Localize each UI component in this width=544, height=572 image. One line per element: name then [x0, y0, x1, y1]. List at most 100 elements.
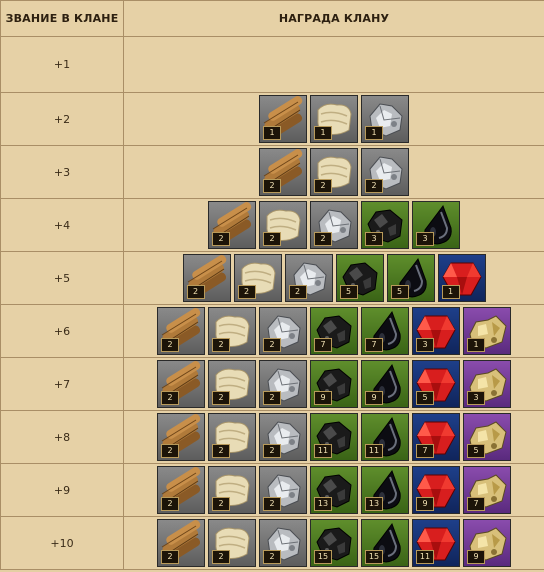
reward-item[interactable]: 5 [335, 254, 384, 302]
reward-item[interactable]: 9 [412, 466, 460, 514]
item-count-badge: 2 [212, 497, 230, 511]
item-count-badge: 2 [212, 391, 230, 405]
reward-item[interactable]: 2 [259, 466, 307, 514]
item-count-badge: 2 [161, 338, 179, 352]
reward-item[interactable]: 2 [182, 254, 231, 302]
reward-item[interactable]: 5 [412, 360, 460, 408]
item-count-badge: 5 [416, 391, 434, 405]
item-count-badge: 2 [263, 391, 281, 405]
reward-item[interactable]: 7 [463, 466, 511, 514]
reward-item[interactable]: 3 [412, 307, 460, 355]
item-count-badge: 2 [212, 338, 230, 352]
item-count-badge: 13 [365, 497, 383, 511]
reward-item[interactable]: 2 [208, 360, 256, 408]
item-count-badge: 15 [314, 550, 332, 564]
reward-item[interactable]: 13 [361, 466, 409, 514]
rank-cell: +10 [0, 516, 124, 570]
reward-item[interactable]: 2 [208, 519, 256, 567]
reward-item[interactable]: 2 [157, 466, 205, 514]
reward-item[interactable]: 2 [361, 148, 409, 196]
item-count-badge: 9 [365, 391, 383, 405]
reward-item[interactable]: 2 [310, 201, 358, 249]
reward-item[interactable]: 2 [208, 307, 256, 355]
reward-item[interactable]: 11 [361, 413, 409, 461]
reward-item[interactable]: 11 [412, 519, 460, 567]
reward-cell: 1 1 1 [123, 92, 544, 146]
reward-item[interactable]: 3 [412, 201, 460, 249]
reward-item[interactable]: 3 [463, 360, 511, 408]
reward-item[interactable]: 2 [259, 360, 307, 408]
reward-item[interactable]: 2 [259, 148, 307, 196]
item-count-badge: 11 [314, 444, 332, 458]
item-count-badge: 1 [467, 338, 485, 352]
reward-item[interactable]: 13 [310, 466, 358, 514]
reward-item[interactable]: 7 [412, 413, 460, 461]
reward-item[interactable]: 2 [310, 148, 358, 196]
reward-item[interactable]: 2 [233, 254, 282, 302]
reward-item[interactable]: 11 [310, 413, 358, 461]
table-row: +10 2 2 2 15 15 11 9 [0, 516, 544, 570]
reward-cell: 2 2 2 7 7 3 1 [123, 304, 544, 358]
rank-cell: +2 [0, 92, 124, 146]
item-count-badge: 2 [263, 550, 281, 564]
clan-rank-reward-table: ЗВАНИЕ В КЛАНЕ НАГРАДА КЛАНУ +1 +2 1 1 1 +… [0, 0, 544, 570]
item-count-badge: 1 [365, 126, 383, 140]
item-count-badge: 9 [416, 497, 434, 511]
item-count-badge: 2 [212, 444, 230, 458]
reward-item[interactable]: 7 [361, 307, 409, 355]
reward-item[interactable]: 2 [208, 413, 256, 461]
reward-cell: 2 2 2 3 3 [123, 198, 544, 252]
reward-item[interactable]: 9 [310, 360, 358, 408]
reward-item[interactable]: 7 [310, 307, 358, 355]
reward-item[interactable]: 2 [157, 360, 205, 408]
item-count-badge: 2 [314, 232, 332, 246]
reward-item[interactable]: 9 [361, 360, 409, 408]
reward-item[interactable]: 15 [310, 519, 358, 567]
rank-cell: +5 [0, 251, 124, 305]
reward-item[interactable]: 5 [463, 413, 511, 461]
reward-item[interactable]: 1 [310, 95, 358, 143]
table-row: +7 2 2 2 9 9 5 3 [0, 357, 544, 411]
item-count-badge: 2 [263, 497, 281, 511]
reward-item[interactable]: 1 [463, 307, 511, 355]
reward-item[interactable]: 2 [259, 519, 307, 567]
reward-item[interactable]: 15 [361, 519, 409, 567]
table-header-row: ЗВАНИЕ В КЛАНЕ НАГРАДА КЛАНУ [0, 0, 544, 37]
reward-item[interactable]: 2 [157, 413, 205, 461]
reward-item[interactable]: 2 [259, 413, 307, 461]
reward-item[interactable]: 1 [259, 95, 307, 143]
item-count-badge: 15 [365, 550, 383, 564]
item-count-badge: 1 [263, 126, 281, 140]
item-count-badge: 7 [416, 444, 434, 458]
reward-cell: 2 2 2 13 13 9 7 [123, 463, 544, 517]
item-count-badge: 2 [263, 232, 281, 246]
table-row: +9 2 2 2 13 13 9 7 [0, 463, 544, 517]
item-count-badge: 5 [339, 285, 358, 299]
reward-item[interactable]: 2 [259, 201, 307, 249]
item-count-badge: 2 [212, 550, 230, 564]
item-count-badge: 2 [365, 179, 383, 193]
reward-item[interactable]: 2 [157, 307, 205, 355]
reward-item[interactable]: 5 [386, 254, 435, 302]
rank-cell: +4 [0, 198, 124, 252]
reward-item[interactable]: 9 [463, 519, 511, 567]
reward-item-list: 2 2 2 11 11 7 5 [124, 413, 544, 461]
rank-cell: +6 [0, 304, 124, 358]
item-count-badge: 2 [161, 550, 179, 564]
reward-item[interactable]: 2 [208, 201, 256, 249]
reward-item[interactable]: 1 [437, 254, 486, 302]
item-count-badge: 2 [161, 391, 179, 405]
item-count-badge: 2 [161, 497, 179, 511]
reward-item[interactable]: 2 [208, 466, 256, 514]
item-count-badge: 5 [467, 444, 485, 458]
item-count-badge: 2 [212, 232, 230, 246]
reward-item[interactable]: 3 [361, 201, 409, 249]
table-row: +8 2 2 2 11 11 7 5 [0, 410, 544, 464]
reward-item[interactable]: 2 [259, 307, 307, 355]
reward-item[interactable]: 1 [361, 95, 409, 143]
reward-cell: 2 2 2 11 11 7 5 [123, 410, 544, 464]
item-count-badge: 2 [263, 179, 281, 193]
reward-item[interactable]: 2 [157, 519, 205, 567]
rank-cell: +3 [0, 145, 124, 199]
reward-item[interactable]: 2 [284, 254, 333, 302]
